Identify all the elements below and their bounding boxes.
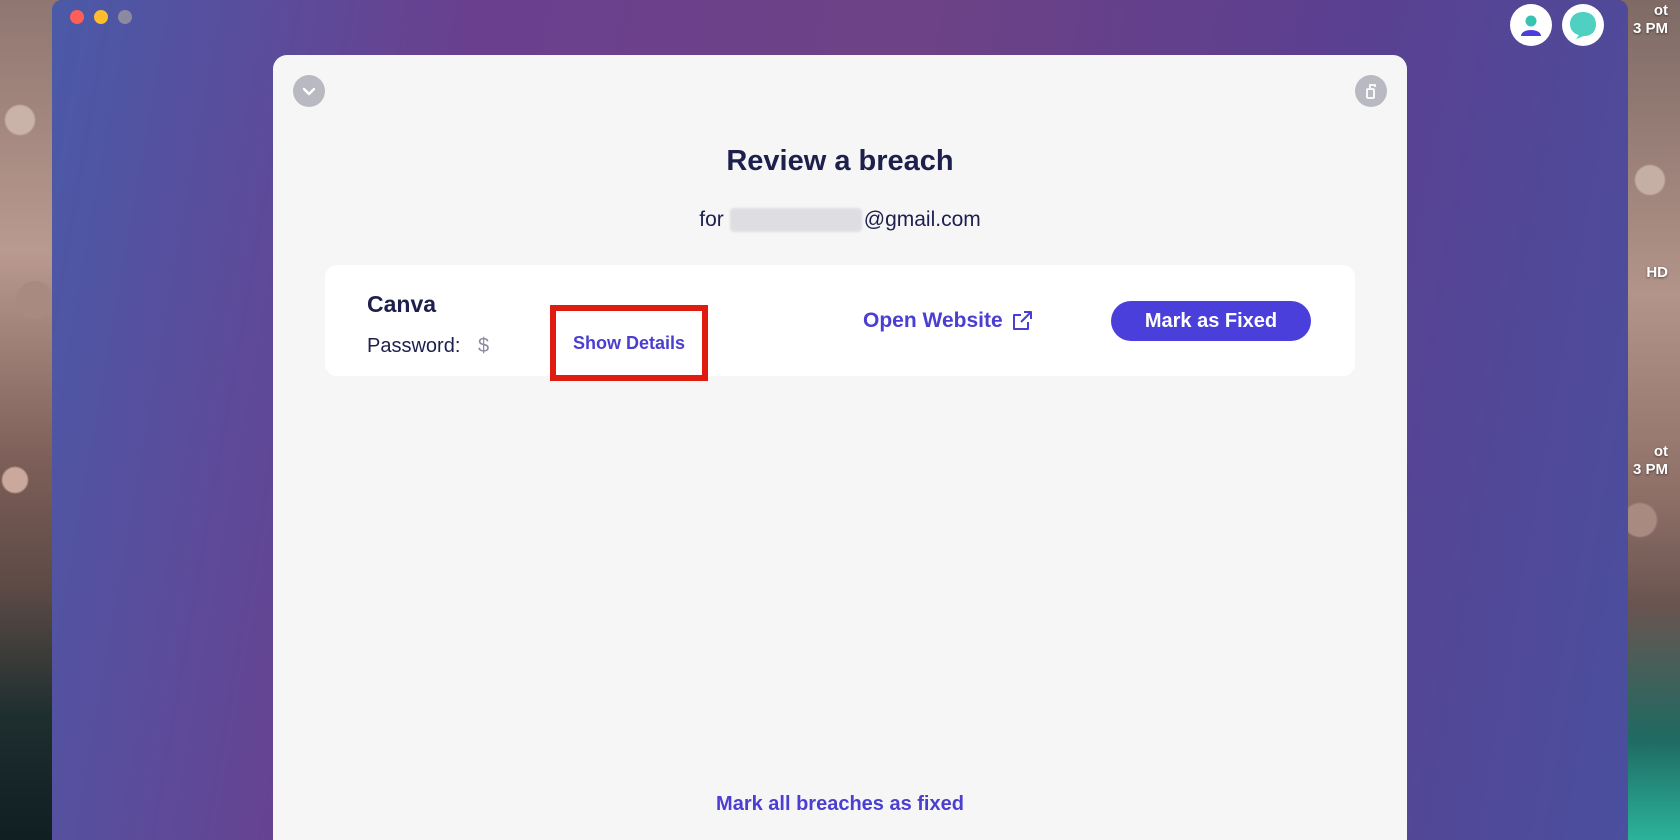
breach-review-panel: Review a breach for @gmail.com Canva Pas… <box>273 55 1407 840</box>
copy-button[interactable] <box>1355 75 1387 107</box>
profile-button[interactable] <box>1510 4 1552 46</box>
chat-button[interactable] <box>1562 4 1604 46</box>
password-value: $ <box>478 335 490 357</box>
open-website-link[interactable]: Open Website <box>863 309 1033 333</box>
account-email: for @gmail.com <box>273 208 1407 232</box>
breach-card: Canva Password: $ Show Details Open Webs… <box>325 265 1355 381</box>
mark-as-fixed-button[interactable]: Mark as Fixed <box>1111 301 1311 341</box>
chat-bubble-icon <box>1570 12 1596 39</box>
breach-site-name: Canva <box>367 291 437 317</box>
email-suffix: @gmail.com <box>863 208 981 231</box>
app-window: Review a breach for @gmail.com Canva Pas… <box>52 0 1628 840</box>
mark-all-fixed-link[interactable]: Mark all breaches as fixed <box>273 793 1407 816</box>
external-link-icon <box>1012 311 1032 330</box>
open-website-label: Open Website <box>863 309 1003 332</box>
email-redacted <box>729 208 862 232</box>
desktop-background-left <box>0 0 60 840</box>
close-window-button[interactable] <box>70 10 84 24</box>
zoom-window-button[interactable] <box>118 10 132 24</box>
chevron-down-icon <box>302 87 316 96</box>
password-label: Password: <box>367 335 461 357</box>
copy-icon <box>1366 84 1376 99</box>
minimize-window-button[interactable] <box>94 10 108 24</box>
top-actions <box>1510 4 1604 46</box>
desktop-label-mid: HD <box>1646 264 1668 281</box>
email-prefix: for <box>699 208 724 231</box>
window-controls <box>70 10 132 24</box>
desktop-background-right: ot 3 PM HD ot 3 PM <box>1620 0 1680 840</box>
show-details-button[interactable]: Show Details <box>550 305 708 381</box>
desktop-label-bottom: ot 3 PM <box>1632 443 1668 478</box>
user-avatar-icon <box>1521 15 1541 36</box>
desktop-label-top: ot 3 PM <box>1632 2 1668 37</box>
collapse-button[interactable] <box>293 75 325 107</box>
page-title: Review a breach <box>726 145 954 177</box>
